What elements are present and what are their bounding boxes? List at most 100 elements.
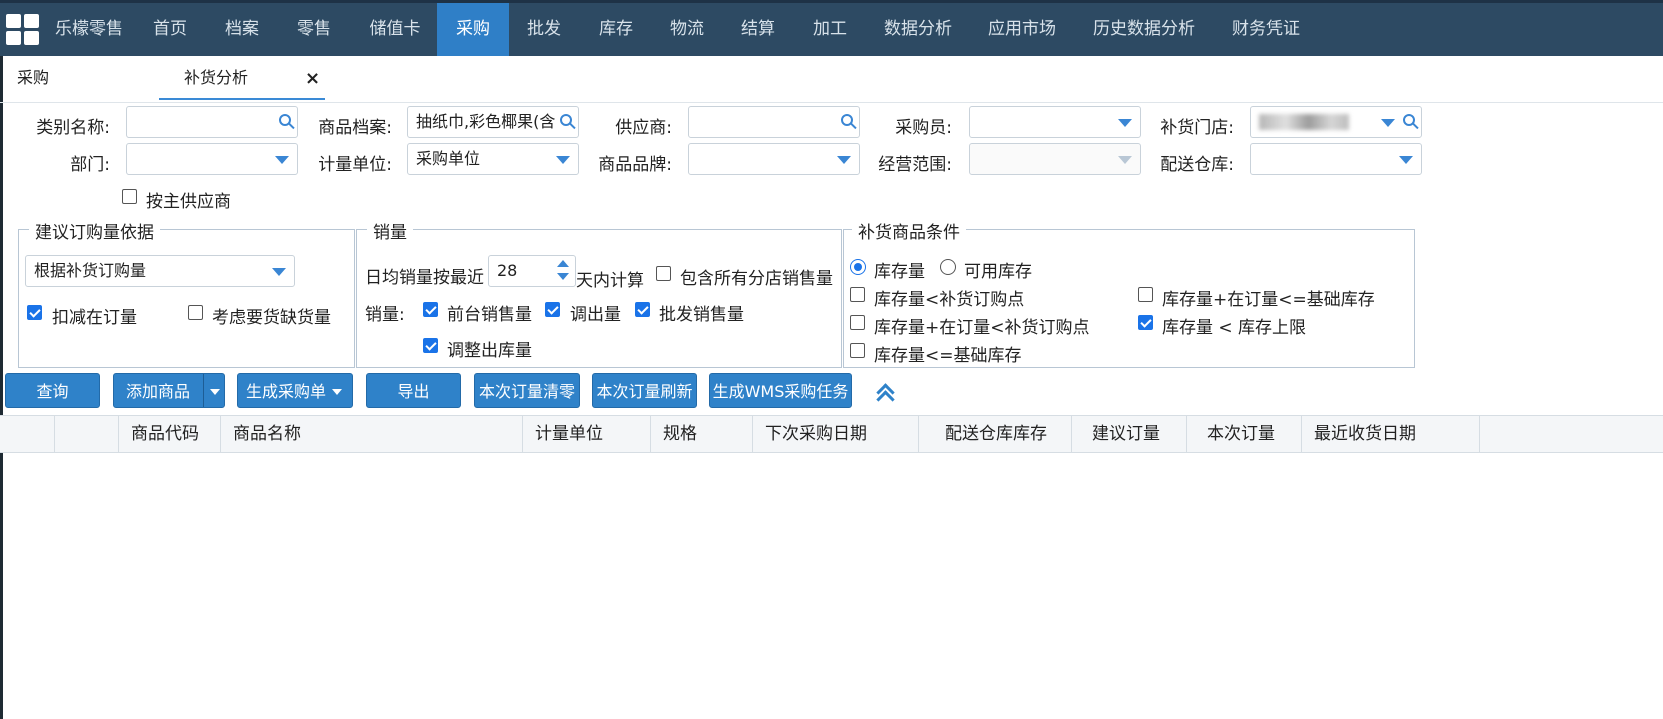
spin-up-icon[interactable] (557, 260, 569, 267)
replenish-store-label: 补货门店: (1160, 118, 1234, 138)
column-header-spec[interactable]: 规格 (651, 416, 753, 452)
include-all-branches-label: 包含所有分店销售量 (680, 269, 833, 289)
transfer-out-checkbox[interactable] (545, 302, 560, 317)
search-icon[interactable] (841, 114, 853, 126)
condition-label: 库存量+在订量<=基础库存 (1162, 290, 1375, 310)
column-header-warehouse-stock[interactable]: 配送仓库库存 (919, 416, 1072, 452)
avg-sales-suffix: 天内计算 (576, 271, 644, 291)
basis-select[interactable]: 根据补货订购量 (25, 255, 295, 287)
wholesale-sales-checkbox[interactable] (635, 302, 650, 317)
front-sales-label: 前台销售量 (447, 305, 532, 325)
app-grid-icon[interactable] (6, 14, 40, 46)
chevron-down-icon[interactable] (210, 389, 220, 395)
category-input[interactable] (126, 106, 298, 138)
nav-item-inventory[interactable]: 库存 (586, 3, 646, 56)
collapse-icon[interactable] (876, 381, 896, 409)
add-product-button[interactable]: 添加商品 (113, 373, 225, 408)
wholesale-sales-label: 批发销售量 (659, 305, 744, 325)
nav-item-retail[interactable]: 零售 (284, 3, 344, 56)
nav-brand[interactable]: 乐檬零售 (50, 3, 128, 56)
condition-checkbox[interactable] (850, 287, 865, 302)
condition-checkbox[interactable] (1138, 287, 1153, 302)
wms-task-button[interactable]: 生成WMS采购任务 (709, 373, 852, 408)
condition-checkbox[interactable] (1138, 315, 1153, 330)
nav-item-processing[interactable]: 加工 (800, 3, 860, 56)
column-header-product-name[interactable]: 商品名称 (221, 416, 523, 452)
column-header-unit[interactable]: 计量单位 (523, 416, 651, 452)
condition-label: 库存量+在订量<补货订购点 (874, 318, 1090, 338)
nav-item-logistics[interactable]: 物流 (657, 3, 717, 56)
nav-item-app-market[interactable]: 应用市场 (982, 3, 1062, 56)
front-sales-checkbox[interactable] (423, 302, 438, 317)
export-button[interactable]: 导出 (366, 373, 461, 408)
include-all-branches-checkbox[interactable] (656, 266, 671, 281)
tab-purchase[interactable]: 采购 (17, 56, 137, 100)
condition-label: 库存量<补货订购点 (874, 290, 1025, 310)
available-stock-radio-label: 可用库存 (964, 262, 1032, 282)
search-icon[interactable] (279, 114, 291, 126)
product-archive-input[interactable]: 抽纸巾,彩色椰果(含 (407, 106, 579, 138)
spin-down-icon[interactable] (557, 273, 569, 280)
nav-item-settlement[interactable]: 结算 (728, 3, 788, 56)
column-header[interactable] (0, 416, 55, 452)
column-header[interactable] (55, 416, 119, 452)
column-header-last-receipt-date[interactable]: 最近收货日期 (1302, 416, 1480, 452)
nav-item-finance-voucher[interactable]: 财务凭证 (1224, 3, 1308, 56)
warehouse-label: 配送仓库: (1160, 155, 1234, 175)
nav-item-archive[interactable]: 档案 (212, 3, 272, 56)
sales-qty-label: 销量: (365, 305, 405, 325)
nav-item-home[interactable]: 首页 (140, 3, 200, 56)
supplier-input[interactable] (688, 106, 860, 138)
stock-radio[interactable] (850, 259, 866, 275)
tab-bar: 采购 补货分析 × (0, 56, 1663, 103)
nav-item-purchase[interactable]: 采购 (437, 3, 509, 56)
condition-checkbox[interactable] (850, 343, 865, 358)
available-stock-radio[interactable] (940, 259, 956, 275)
column-header-product-code[interactable]: 商品代码 (119, 416, 221, 452)
basis-group: 建议订购量依据 (18, 218, 355, 368)
redacted-store-name (1259, 114, 1349, 130)
nav-item-data-analysis[interactable]: 数据分析 (878, 3, 958, 56)
category-label: 类别名称: (36, 118, 110, 138)
chevron-down-icon (1381, 119, 1395, 127)
generate-po-button[interactable]: 生成采购单 (237, 373, 353, 408)
adjust-out-label: 调整出库量 (447, 341, 532, 361)
brand-select[interactable] (688, 143, 860, 175)
clear-qty-button[interactable]: 本次订量清零 (474, 373, 580, 408)
column-header-next-purchase-date[interactable]: 下次采购日期 (753, 416, 919, 452)
consider-shortage-checkbox[interactable] (188, 305, 203, 320)
tab-replenish-analysis[interactable]: 补货分析 (159, 56, 325, 100)
main-supplier-checkbox[interactable] (122, 189, 137, 204)
nav-item-history-analysis[interactable]: 历史数据分析 (1088, 3, 1200, 56)
column-header-order-qty[interactable]: 本次订量 (1187, 416, 1302, 452)
nav-item-stored-value-card[interactable]: 储值卡 (355, 3, 435, 56)
search-icon[interactable] (1403, 114, 1415, 126)
days-spinner[interactable]: 28 (488, 255, 576, 287)
stock-radio-label: 库存量 (874, 262, 925, 282)
replenish-store-select[interactable] (1250, 106, 1422, 138)
department-label: 部门: (70, 155, 110, 175)
supplier-label: 供应商: (615, 118, 672, 138)
chevron-down-icon (1118, 156, 1132, 164)
condition-checkbox[interactable] (850, 315, 865, 330)
unit-select[interactable]: 采购单位 (407, 143, 579, 175)
chevron-down-icon (1399, 156, 1413, 164)
sales-legend: 销量 (367, 218, 413, 243)
buyer-select[interactable] (969, 106, 1141, 138)
query-button[interactable]: 查询 (5, 373, 100, 408)
deduct-on-order-checkbox[interactable] (27, 305, 42, 320)
scope-select[interactable] (969, 143, 1141, 175)
search-icon[interactable] (560, 114, 572, 126)
column-header-suggested-qty[interactable]: 建议订量 (1072, 416, 1187, 452)
adjust-out-checkbox[interactable] (423, 338, 438, 353)
product-archive-label: 商品档案: (318, 118, 392, 138)
brand-label: 商品品牌: (598, 155, 672, 175)
chevron-down-icon (272, 268, 286, 276)
nav-item-wholesale[interactable]: 批发 (514, 3, 574, 56)
warehouse-select[interactable] (1250, 143, 1422, 175)
close-icon[interactable]: × (305, 68, 320, 89)
department-select[interactable] (126, 143, 298, 175)
chevron-down-icon (837, 156, 851, 164)
deduct-on-order-label: 扣减在订量 (52, 308, 137, 328)
refresh-qty-button[interactable]: 本次订量刷新 (592, 373, 697, 408)
